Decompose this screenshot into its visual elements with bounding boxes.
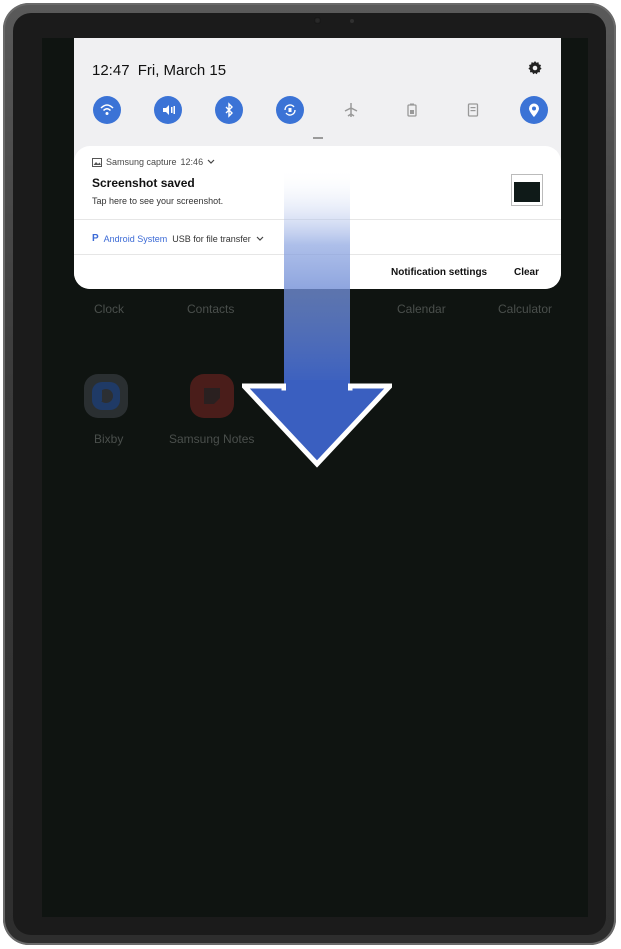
- location-pin-icon: [529, 103, 539, 117]
- image-icon: [92, 157, 102, 167]
- bixby-app-icon[interactable]: [84, 374, 128, 418]
- front-camera: [314, 17, 321, 24]
- battery-icon: [407, 103, 417, 117]
- mobile-hotspot-toggle[interactable]: [459, 96, 487, 124]
- bluetooth-toggle[interactable]: [215, 96, 243, 124]
- rotate-icon: [284, 104, 296, 116]
- chevron-down-icon[interactable]: [207, 159, 215, 165]
- sound-toggle[interactable]: [154, 96, 182, 124]
- light-sensor: [350, 19, 354, 23]
- power-saving-toggle[interactable]: [398, 96, 426, 124]
- notification-time: 12:46: [180, 157, 204, 167]
- app-label-clock: Clock: [94, 302, 125, 316]
- bixby-icon: [92, 382, 120, 410]
- notification-body[interactable]: Tap here to see your screenshot.: [92, 196, 223, 206]
- status-date: Fri, March 15: [137, 62, 227, 79]
- app-label-bixby: Bixby: [94, 432, 124, 446]
- notification-settings-button[interactable]: Notification settings: [391, 267, 487, 278]
- system-app-name: Android System: [103, 233, 168, 244]
- system-notification[interactable]: P Android System USB for file transfer: [92, 233, 264, 244]
- quick-settings-row: [93, 96, 548, 124]
- clear-button[interactable]: Clear: [514, 267, 539, 278]
- screenshot-thumbnail[interactable]: [511, 174, 543, 206]
- tablet-screen: Clock Contacts Calendar Calculator Bixby…: [42, 38, 588, 917]
- thumbnail-image: [514, 182, 540, 202]
- android-system-icon: P: [92, 233, 99, 244]
- status-clock: 12:47 Fri, March 15: [92, 62, 226, 79]
- notification-app-name: Samsung capture: [106, 157, 177, 167]
- auto-rotate-toggle[interactable]: [276, 96, 304, 124]
- system-notification-text: USB for file transfer: [172, 233, 251, 244]
- notes-icon: [204, 388, 220, 404]
- wifi-toggle[interactable]: [93, 96, 121, 124]
- settings-gear-icon[interactable]: [527, 60, 543, 76]
- app-label-calendar: Calendar: [397, 302, 446, 316]
- app-label-contacts: Contacts: [187, 302, 235, 316]
- location-toggle[interactable]: [520, 96, 548, 124]
- status-time: 12:47: [92, 62, 130, 79]
- wifi-icon: [100, 104, 114, 115]
- notification-title[interactable]: Screenshot saved: [92, 176, 195, 190]
- samsung-notes-app-icon[interactable]: [190, 374, 234, 418]
- vibrate-icon: [163, 105, 175, 115]
- airplane-icon: [344, 103, 358, 117]
- notification-header[interactable]: Samsung capture 12:46: [92, 157, 215, 167]
- panel-drag-handle[interactable]: [313, 137, 323, 139]
- app-label-calculator: Calculator: [498, 302, 553, 316]
- bluetooth-icon: [225, 102, 233, 118]
- airplane-mode-toggle[interactable]: [337, 96, 365, 124]
- swipe-down-arrow-icon: [242, 168, 392, 468]
- document-icon: [467, 103, 479, 117]
